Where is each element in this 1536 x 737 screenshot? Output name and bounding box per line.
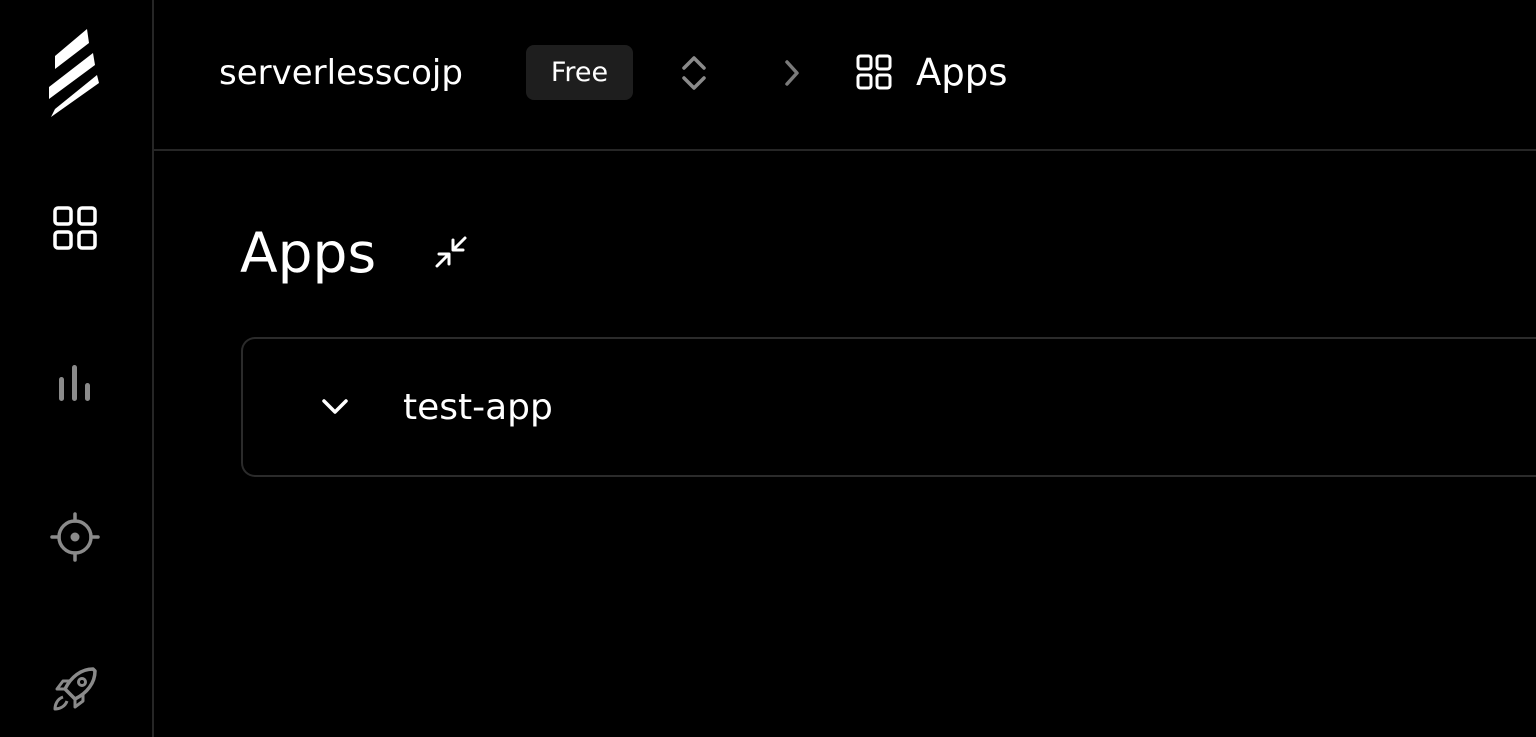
serverless-logo-icon[interactable] (38, 29, 112, 117)
crosshair-icon (50, 512, 100, 562)
page-title: Apps (240, 221, 377, 285)
app-row[interactable]: test-app (241, 337, 1536, 477)
grid-icon (854, 52, 894, 92)
sidebar (0, 0, 154, 737)
chevron-down-icon[interactable] (319, 391, 351, 423)
main-content: Apps test-app (154, 151, 1536, 737)
bar-chart-icon (59, 365, 90, 401)
collapse-arrows-icon (435, 236, 467, 268)
chevron-up-down-icon (682, 56, 706, 90)
sidebar-item-trace[interactable] (38, 500, 112, 574)
sidebar-item-metrics[interactable] (38, 346, 112, 420)
sidebar-item-apps[interactable] (38, 191, 112, 265)
breadcrumb-apps[interactable]: Apps (916, 48, 1008, 98)
top-bar: serverlesscojp Free Apps (154, 0, 1536, 151)
rocket-icon (53, 667, 97, 711)
chevron-right-icon (780, 56, 804, 90)
sidebar-item-deploy[interactable] (38, 652, 112, 726)
org-name[interactable]: serverlesscojp (219, 50, 463, 96)
app-window: serverlesscojp Free Apps Apps test-app (0, 0, 1536, 737)
app-name[interactable]: test-app (403, 385, 553, 431)
org-switcher-button[interactable] (676, 52, 712, 94)
collapse-all-button[interactable] (430, 231, 472, 273)
plan-badge[interactable]: Free (526, 45, 633, 100)
grid-icon (53, 206, 97, 250)
